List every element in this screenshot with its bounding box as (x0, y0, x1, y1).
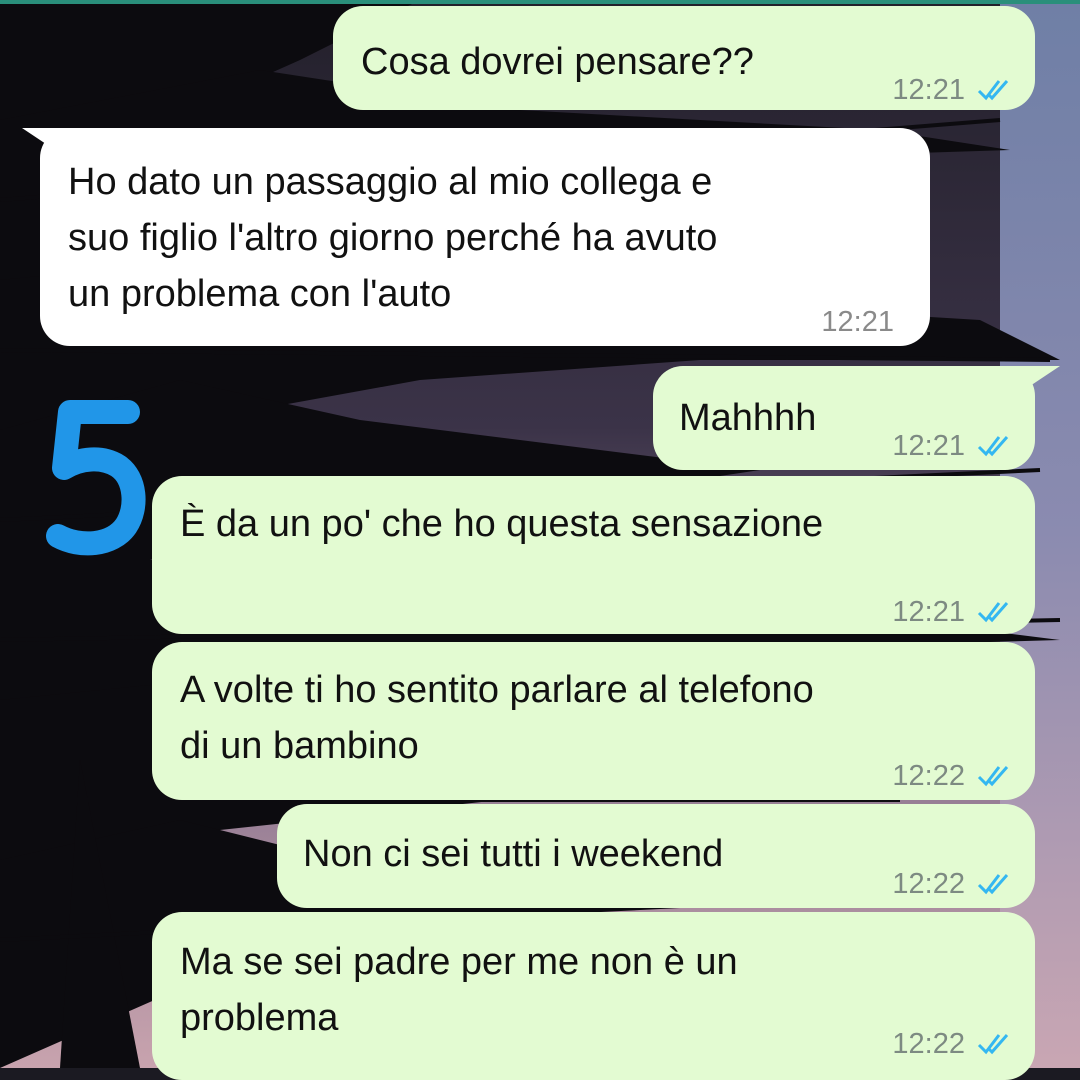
read-receipt-icon (977, 80, 1009, 101)
message-time: 12:21 (892, 74, 965, 106)
message-meta: 12:22 (892, 748, 1013, 804)
message-text: Non ci sei tutti i weekend (303, 833, 724, 875)
message-bubble-outgoing[interactable]: È da un po' che ho questa sensazione 12:… (152, 476, 1035, 634)
annotation-number: 5 (40, 390, 150, 560)
message-bubble-outgoing[interactable]: Cosa dovrei pensare?? 12:21 (333, 6, 1035, 110)
message-meta: 12:21 (892, 62, 1013, 118)
message-meta: 12:21 (892, 418, 1013, 474)
message-bubble-outgoing[interactable]: Non ci sei tutti i weekend 12:22 (277, 804, 1035, 908)
message-text: Mahhhh (679, 397, 817, 439)
read-receipt-icon (977, 1034, 1009, 1055)
message-time: 12:22 (892, 760, 965, 792)
message-time: 12:21 (892, 596, 965, 628)
message-bubble-incoming[interactable]: Ho dato un passaggio al mio collega e su… (40, 128, 930, 346)
message-bubble-outgoing[interactable]: Ma se sei padre per me non è un problema… (152, 912, 1035, 1080)
message-time: 12:21 (821, 306, 894, 338)
message-text: Ma se sei padre per me non è un problema (180, 941, 738, 1039)
message-time: 12:22 (892, 1028, 965, 1060)
message-text: Cosa dovrei pensare?? (361, 41, 754, 83)
message-meta: 12:22 (892, 856, 1013, 912)
top-accent-bar (0, 0, 1080, 4)
message-time: 12:21 (892, 430, 965, 462)
message-meta: 12:22 (892, 1016, 1013, 1072)
message-text: A volte ti ho sentito parlare al telefon… (180, 669, 814, 767)
message-bubble-outgoing[interactable]: Mahhhh 12:21 (653, 366, 1035, 470)
read-receipt-icon (977, 766, 1009, 787)
message-meta: 12:21 (892, 584, 1013, 640)
message-text: Ho dato un passaggio al mio collega e su… (68, 161, 718, 315)
message-meta: 12:21 (821, 294, 894, 350)
read-receipt-icon (977, 602, 1009, 623)
message-time: 12:22 (892, 868, 965, 900)
message-text: È da un po' che ho questa sensazione (180, 503, 824, 545)
read-receipt-icon (977, 874, 1009, 895)
message-bubble-outgoing[interactable]: A volte ti ho sentito parlare al telefon… (152, 642, 1035, 800)
read-receipt-icon (977, 436, 1009, 457)
